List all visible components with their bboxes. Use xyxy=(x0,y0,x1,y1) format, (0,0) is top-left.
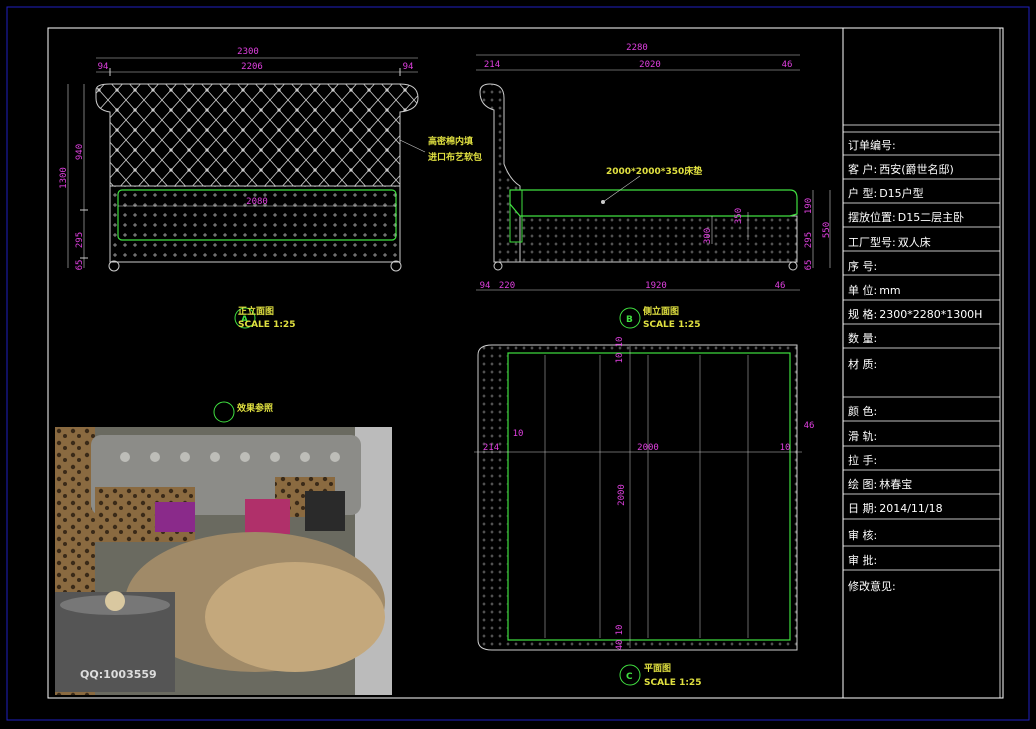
front-dim-left-margin: 94 xyxy=(98,62,109,72)
plan-dim-gap-right: 10 xyxy=(780,443,791,453)
plan-dim-top-gap: 10 xyxy=(615,337,625,348)
side-dim-body: 2020 xyxy=(639,60,661,70)
plan-dim-bottom-gap2: 10 xyxy=(615,625,625,636)
side-dim-bottom-94: 94 xyxy=(480,281,491,291)
side-dim-h190: 190 xyxy=(804,198,814,214)
front-dim-right-margin: 94 xyxy=(403,62,414,72)
front-dim-overall-width: 2300 xyxy=(237,47,259,57)
title-block-row: 客 户: 西安(爵世名邸) xyxy=(848,161,998,177)
title-block-label: 修改意见: xyxy=(848,580,896,593)
plan-view xyxy=(474,344,802,686)
front-dim-inner-width: 2206 xyxy=(241,62,263,72)
title-block-value: 林春宝 xyxy=(879,478,913,491)
title-block-label: 拉 手: xyxy=(848,454,878,467)
title-block-value: 2014/11/18 xyxy=(879,502,943,515)
title-block-value: 双人床 xyxy=(897,236,931,249)
front-note-line2: 进口布艺软包 xyxy=(428,151,482,163)
side-mattress-label: 2000*2000*350床垫 xyxy=(606,165,702,177)
title-block-row: 订单编号: xyxy=(848,137,998,153)
title-block-label: 材 质: xyxy=(848,358,878,371)
title-block-row: 户 型: D15户型 xyxy=(848,185,998,201)
title-block-label: 户 型: xyxy=(848,187,878,200)
title-block-label: 滑 轨: xyxy=(848,430,878,443)
title-block-row: 审 核: xyxy=(848,527,998,543)
title-block-row: 拉 手: xyxy=(848,452,998,468)
title-block-row: 序 号: xyxy=(848,258,998,274)
plan-view-scale: SCALE 1:25 xyxy=(644,678,701,688)
side-dim-mattress-h: 350 xyxy=(734,208,744,224)
front-dim-height-total: 1300 xyxy=(59,167,69,189)
title-block-label: 日 期: xyxy=(848,502,878,515)
title-block-row: 修改意见: xyxy=(848,578,998,594)
front-dim-mattress-width: 2080 xyxy=(246,197,268,207)
title-block-label: 数 量: xyxy=(848,332,878,345)
title-block-row: 规 格: 2300*2280*1300H xyxy=(848,306,998,322)
plan-view-title: 平面图 xyxy=(644,663,671,674)
title-block-label: 颜 色: xyxy=(848,405,878,418)
front-note-line1: 高密棉内填 xyxy=(428,135,473,147)
title-block-label: 工厂型号: xyxy=(848,236,896,249)
title-block-row: 摆放位置: D15二层主卧 xyxy=(848,209,998,225)
title-block-value: 2300*2280*1300H xyxy=(879,308,983,321)
title-block-row: 审 批: xyxy=(848,552,998,568)
front-dim-headboard-upper: 940 xyxy=(75,144,85,160)
plan-dim-left: 214 xyxy=(483,443,499,453)
title-block-value: mm xyxy=(879,284,901,297)
side-dim-overall-length: 2280 xyxy=(626,43,648,53)
side-dim-inner-h: 300 xyxy=(703,228,713,244)
title-block-label: 订单编号: xyxy=(848,139,896,152)
side-dim-bottom-1920: 1920 xyxy=(645,281,667,291)
plan-dim-right: 46 xyxy=(804,421,815,431)
front-dim-leg: 65 xyxy=(75,260,85,271)
bed-reference-photo xyxy=(55,427,392,695)
side-dim-bottom-220: 220 xyxy=(499,281,515,291)
side-view-bubble: B xyxy=(626,315,633,325)
title-block-label: 单 位: xyxy=(848,284,878,297)
title-block-row: 工厂型号: 双人床 xyxy=(848,234,998,250)
plan-dim-top-gap2: 10 xyxy=(615,353,625,364)
front-view-scale: SCALE 1:25 xyxy=(238,320,295,330)
title-block-row: 滑 轨: xyxy=(848,428,998,444)
title-block-label: 客 户: xyxy=(848,163,878,176)
title-block-label: 摆放位置: xyxy=(848,211,896,224)
plan-dim-bottom-gap: 40 xyxy=(615,640,625,651)
title-block-label: 审 核: xyxy=(848,529,878,542)
side-dim-head-depth: 214 xyxy=(484,60,500,70)
title-block-label: 绘 图: xyxy=(848,478,878,491)
plan-dim-gap-left: 10 xyxy=(513,429,524,439)
plan-dim-length: 2000 xyxy=(617,484,627,506)
side-view-scale: SCALE 1:25 xyxy=(643,320,700,330)
title-block-value: D15二层主卧 xyxy=(897,211,965,224)
side-dim-h65: 65 xyxy=(804,260,814,271)
front-elevation-view xyxy=(67,57,426,329)
title-block-value: D15户型 xyxy=(879,187,924,200)
title-block-value: 西安(爵世名邸) xyxy=(879,163,954,176)
front-view-title: 正立面图 xyxy=(238,305,274,317)
side-view-title: 侧立面图 xyxy=(643,305,679,317)
title-block-label: 规 格: xyxy=(848,308,878,321)
photo-ref-title: 效果参照 xyxy=(237,402,273,414)
title-block-label: 审 批: xyxy=(848,554,878,567)
side-dim-h295: 295 xyxy=(804,232,814,248)
title-block-row: 绘 图: 林春宝 xyxy=(848,476,998,492)
front-dim-side-rail: 295 xyxy=(75,232,85,248)
plan-dim-width: 2000 xyxy=(637,443,659,453)
title-block-row: 材 质: xyxy=(848,356,998,372)
title-block-row: 日 期: 2014/11/18 xyxy=(848,500,998,516)
side-dim-foot: 46 xyxy=(782,60,793,70)
title-block-row: 数 量: xyxy=(848,330,998,346)
title-block-row: 单 位: mm xyxy=(848,282,998,298)
side-dim-h550: 550 xyxy=(822,222,832,238)
title-block-label: 序 号: xyxy=(848,260,878,273)
photo-watermark: QQ:1003559 xyxy=(80,668,157,681)
plan-view-bubble: C xyxy=(626,672,633,682)
side-dim-bottom-46: 46 xyxy=(775,281,786,291)
title-block-row: 颜 色: xyxy=(848,403,998,419)
bed-photo-illustration xyxy=(55,427,392,695)
